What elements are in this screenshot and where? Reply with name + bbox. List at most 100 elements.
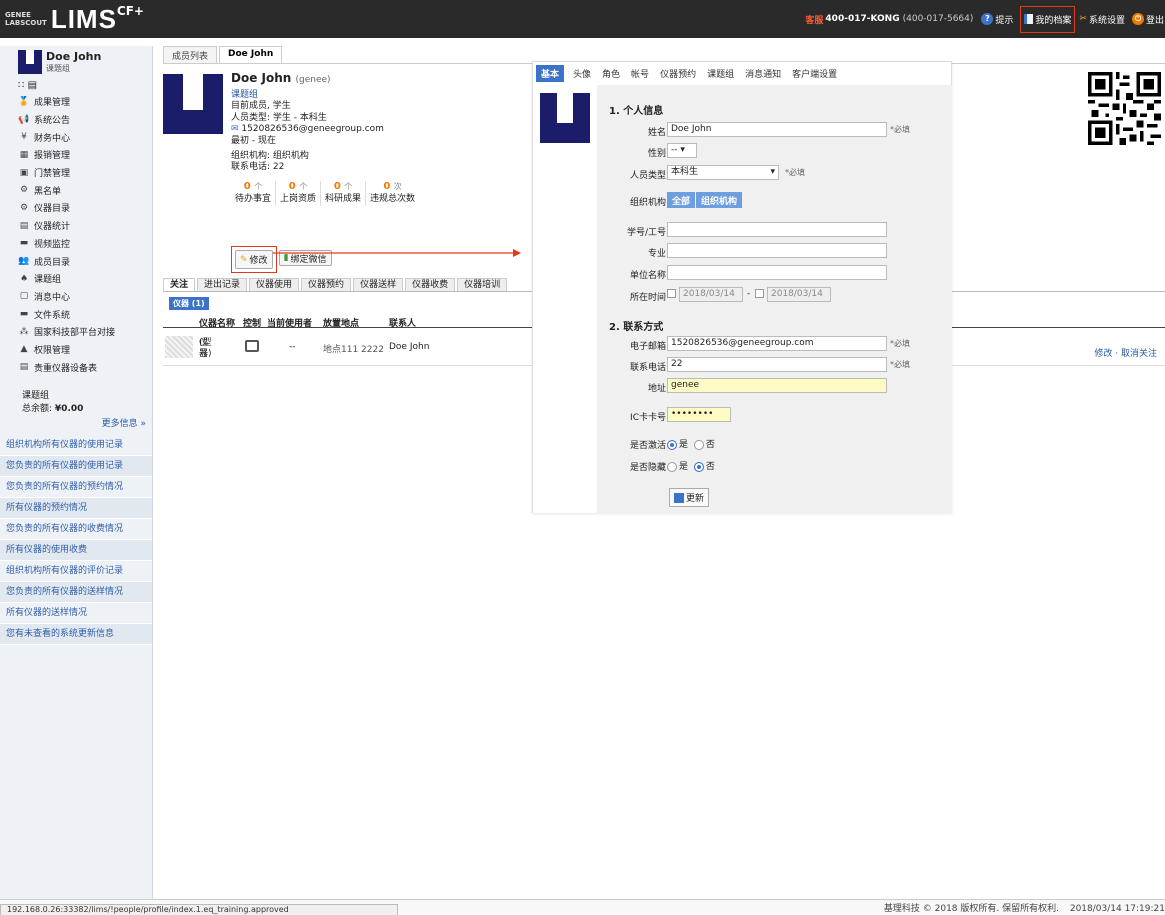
form-tab-3[interactable]: 帐号 — [631, 67, 649, 80]
id-input[interactable] — [667, 222, 887, 237]
form-tab-1[interactable]: 头像 — [573, 67, 591, 80]
section-contact: 2. 联系方式 — [609, 322, 664, 333]
list-view-icon[interactable]: ▤ — [28, 80, 37, 91]
subtab-3[interactable]: 仪器预约 — [301, 278, 352, 292]
hint-link[interactable]: ? 提示 — [981, 13, 1013, 26]
stat-link[interactable]: 组织机构所有仪器的评价记录 — [0, 561, 152, 582]
stat-link[interactable]: 所有仪器的使用收费 — [0, 540, 152, 561]
sidebar-item-15[interactable]: ▤ 贵重仪器设备表 — [0, 358, 152, 376]
instrument-thumbnail[interactable] — [165, 336, 193, 358]
stat-link[interactable]: 您负责的所有仪器的使用记录 — [0, 456, 152, 477]
tab-member-list[interactable]: 成员列表 — [163, 46, 218, 64]
form-tab-7[interactable]: 客户端设置 — [792, 67, 837, 80]
date-to-checkbox[interactable] — [755, 289, 764, 298]
stat-item[interactable]: 0 个待办事宜 — [231, 180, 277, 206]
sidebar-item-10[interactable]: ♠ 课题组 — [0, 270, 152, 288]
org-crumb-node[interactable]: 组织机构 — [696, 192, 743, 208]
active-yes-radio[interactable] — [667, 439, 677, 450]
subtab-0[interactable]: 关注 — [163, 278, 196, 292]
stat-link[interactable]: 您负责的所有仪器的送样情况 — [0, 582, 152, 603]
address-input[interactable]: genee — [667, 378, 887, 393]
monitor-icon[interactable] — [245, 340, 259, 352]
subtab-5[interactable]: 仪器收费 — [405, 278, 456, 292]
sidebar-item-5[interactable]: ⚙ 黑名单 — [0, 181, 152, 199]
stat-link[interactable]: 所有仪器的预约情况 — [0, 498, 152, 519]
stat-link[interactable]: 您负责的所有仪器的预约情况 — [0, 477, 152, 498]
sidebar-item-12[interactable]: ▬ 文件系统 — [0, 305, 152, 323]
type-select[interactable]: 本科生 ▾ — [667, 165, 779, 180]
form-tab-6[interactable]: 消息通知 — [745, 67, 781, 80]
col-name[interactable]: 仪器名称 — [199, 316, 235, 329]
edit-button[interactable]: ✎ 修改 — [235, 250, 273, 269]
subtab-2[interactable]: 仪器使用 — [249, 278, 300, 292]
my-profile-link[interactable]: 我的档案 — [1020, 5, 1076, 33]
person-type: 人员类型: 学生 - 本科生 — [231, 112, 327, 123]
app-logo[interactable]: GENEE LABSCOUT LIMS CF+ — [0, 0, 144, 38]
sidebar-user-name: Doe John — [46, 50, 102, 63]
person-email[interactable]: 1520826536@geneegroup.com — [241, 124, 384, 134]
date-from-checkbox[interactable] — [667, 289, 676, 298]
row-actions[interactable]: 修改 · 取消关注 — [1094, 346, 1157, 359]
tab-person[interactable]: Doe John — [219, 46, 283, 64]
subtab-1[interactable]: 进出记录 — [197, 278, 248, 292]
stat-num: 0 — [383, 180, 391, 192]
person-avatar — [163, 74, 223, 134]
gender-select[interactable]: -- ▾ — [667, 143, 697, 158]
email-input[interactable]: 1520826536@geneegroup.com — [667, 336, 887, 351]
sidebar-item-11[interactable]: ▢ 消息中心 — [0, 288, 152, 306]
instrument-contact[interactable]: Doe John — [389, 342, 429, 352]
form-tab-4[interactable]: 仪器预约 — [660, 67, 696, 80]
sidebar-user[interactable]: Doe John 课题组 — [0, 46, 152, 78]
sidebar-item-label: 成果管理 — [34, 98, 71, 109]
col-contact: 联系人 — [389, 319, 417, 329]
stat-link[interactable]: 组织机构所有仪器的使用记录 — [0, 435, 152, 456]
major-input[interactable] — [667, 243, 887, 258]
sidebar-item-9[interactable]: 👥 成员目录 — [0, 252, 152, 270]
person-stats: 0 个待办事宜 0 个上岗资质 0 个科研成果 0 次违规总次数 — [231, 180, 531, 206]
sidebar-item-14[interactable]: ▲ 权限管理 — [0, 341, 152, 359]
grid-view-icon[interactable]: ∷ — [18, 80, 24, 91]
active-no-radio[interactable] — [693, 439, 704, 450]
current-user: -- — [289, 342, 296, 352]
sidebar-item-4[interactable]: ▣ 门禁管理 — [0, 164, 152, 182]
sidebar-item-8[interactable]: ▬ 视频监控 — [0, 235, 152, 253]
person-subtabs: 关注 进出记录 仪器使用 仪器预约 仪器送样 仪器收费 仪器培训 — [163, 278, 531, 292]
stat-item[interactable]: 0 个上岗资质 — [276, 180, 322, 206]
person-group-link[interactable]: 课题组 — [231, 90, 531, 102]
subtab-4[interactable]: 仪器送样 — [353, 278, 404, 292]
sidebar-item-3[interactable]: ▦ 报销管理 — [0, 146, 152, 164]
sidebar-item-6[interactable]: ⚙ 仪器目录 — [0, 199, 152, 217]
col-location[interactable]: 放置地点 — [323, 316, 359, 329]
unit-input[interactable] — [667, 265, 887, 280]
label-gender: 性别 — [647, 149, 666, 159]
date-to-input[interactable]: 2018/03/14 — [767, 287, 831, 302]
form-tab-0[interactable]: 基本 — [536, 64, 565, 82]
settings-link[interactable]: ✂ 系统设置 — [1079, 13, 1125, 26]
org-crumb-all[interactable]: 全部 — [667, 192, 696, 208]
sidebar-item-2[interactable]: ¥ 财务中心 — [0, 128, 152, 146]
subtab-6[interactable]: 仪器培训 — [457, 278, 508, 292]
ic-card-input[interactable]: •••••••• — [667, 407, 731, 422]
sidebar-item-7[interactable]: ▤ 仪器统计 — [0, 217, 152, 235]
hidden-no-radio[interactable] — [693, 461, 704, 472]
stat-link[interactable]: 您负责的所有仪器的收费情况 — [0, 519, 152, 540]
logout-link[interactable]: ⏻ 登出 — [1131, 13, 1164, 26]
hidden-yes-radio[interactable] — [667, 461, 677, 472]
stat-link[interactable]: 您有未查看的系统更新信息 — [0, 624, 152, 645]
update-button[interactable]: 更新 — [669, 488, 710, 507]
sidebar-item-0[interactable]: 🏅 成果管理 — [0, 93, 152, 111]
label-hidden: 是否隐藏 — [629, 463, 666, 473]
form-tab-5[interactable]: 课题组 — [707, 67, 734, 80]
more-info-link[interactable]: 更多信息 » — [0, 416, 152, 429]
stat-item[interactable]: 0 次违规总次数 — [366, 181, 419, 206]
sidebar-item-1[interactable]: 📢 系统公告 — [0, 111, 152, 129]
date-from-input[interactable]: 2018/03/14 — [679, 287, 743, 302]
instrument-count-badge[interactable]: 仪器 (1) — [169, 297, 209, 310]
sidebar-item-13[interactable]: ⁂ 国家科技部平台对接 — [0, 323, 152, 341]
name-input[interactable]: Doe John — [667, 122, 887, 137]
stat-item[interactable]: 0 个科研成果 — [321, 180, 367, 206]
phone-input[interactable]: 22 — [667, 357, 887, 372]
stat-link[interactable]: 所有仪器的送样情况 — [0, 603, 152, 624]
form-tab-2[interactable]: 角色 — [602, 67, 620, 80]
qr-code — [1088, 72, 1161, 145]
